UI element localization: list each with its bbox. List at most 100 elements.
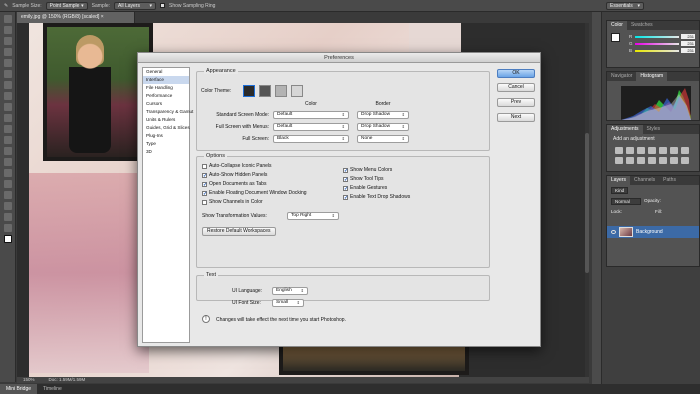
black-white-icon[interactable] <box>615 157 623 164</box>
gestures-checkbox[interactable]: ✓ <box>343 185 348 191</box>
show-ring-checkbox[interactable] <box>160 3 166 8</box>
auto-show-checkbox[interactable]: ✓ <box>202 172 207 178</box>
channel-mixer-icon[interactable] <box>637 157 645 164</box>
tab-navigator[interactable]: Navigator <box>607 72 636 81</box>
eye-icon[interactable] <box>611 230 616 234</box>
tab-timeline[interactable]: Timeline <box>37 384 68 394</box>
category-plugins[interactable]: Plug-Ins <box>143 132 189 140</box>
invert-icon[interactable] <box>659 157 667 164</box>
tool-tips-checkbox[interactable]: ✓ <box>343 176 348 182</box>
category-3d[interactable]: 3D <box>143 148 189 156</box>
posterize-icon[interactable] <box>670 157 678 164</box>
color-lookup-icon[interactable] <box>648 157 656 164</box>
auto-show-option[interactable]: ✓ Auto-Show Hidden Panels <box>202 172 267 178</box>
full-screen-border-select[interactable]: None ⇕ <box>357 135 409 143</box>
category-type[interactable]: Type <box>143 140 189 148</box>
workspace-select[interactable]: Essentials ▾ <box>606 2 644 10</box>
category-general[interactable]: General <box>143 68 189 76</box>
green-slider[interactable] <box>635 42 679 45</box>
marquee-tool-icon[interactable] <box>4 26 12 34</box>
next-button[interactable]: Next <box>497 113 535 122</box>
blue-value[interactable]: 231 <box>681 48 695 53</box>
close-icon[interactable]: × <box>101 14 104 20</box>
brush-tool-icon[interactable] <box>4 92 12 100</box>
channels-in-color-checkbox[interactable] <box>202 199 207 205</box>
auto-collapse-option[interactable]: Auto-Collapse Iconic Panels <box>202 163 272 169</box>
category-performance[interactable]: Performance <box>143 92 189 100</box>
layer-row-background[interactable]: Background <box>607 226 699 238</box>
prev-button[interactable]: Prev <box>497 98 535 107</box>
color-balance-icon[interactable] <box>681 147 689 154</box>
sample-size-select[interactable]: Point Sample ▾ <box>45 1 88 10</box>
green-value[interactable]: 231 <box>681 41 695 46</box>
menu-colors-checkbox[interactable]: ✓ <box>343 167 348 173</box>
theme-swatch-dark[interactable] <box>243 85 255 97</box>
category-units-rulers[interactable]: Units & Rulers <box>143 116 189 124</box>
category-interface[interactable]: Interface <box>143 76 189 84</box>
tab-adjustments[interactable]: Adjustments <box>607 125 643 134</box>
dodge-tool-icon[interactable] <box>4 158 12 166</box>
auto-collapse-checkbox[interactable] <box>202 163 207 169</box>
healing-tool-icon[interactable] <box>4 81 12 89</box>
zoom-readout[interactable]: 150% <box>23 377 35 383</box>
vertical-scrollbar[interactable] <box>585 23 589 377</box>
history-brush-tool-icon[interactable] <box>4 114 12 122</box>
eyedropper-tool-icon[interactable] <box>4 70 12 78</box>
tab-color[interactable]: Color <box>607 21 627 30</box>
quick-select-tool-icon[interactable] <box>4 48 12 56</box>
type-tool-icon[interactable] <box>4 180 12 188</box>
text-drop-shadows-option[interactable]: ✓ Enable Text Drop Shadows <box>343 194 410 200</box>
tab-paths[interactable]: Paths <box>659 176 680 185</box>
category-transparency[interactable]: Transparency & Gamut <box>143 108 193 116</box>
red-slider[interactable] <box>635 35 679 38</box>
open-as-tabs-checkbox[interactable]: ✓ <box>202 181 207 187</box>
menu-colors-option[interactable]: ✓ Show Menu Colors <box>343 167 392 173</box>
standard-screen-border-select[interactable]: Drop Shadow ⇕ <box>357 111 409 119</box>
tab-swatches[interactable]: Swatches <box>627 21 657 30</box>
threshold-icon[interactable] <box>681 157 689 164</box>
full-screen-menus-color-select[interactable]: Default ⇕ <box>273 123 349 131</box>
theme-swatch-light[interactable] <box>291 85 303 97</box>
eyedropper-icon[interactable]: ✎ <box>4 3 8 9</box>
channels-in-color-option[interactable]: Show Channels in Color <box>202 199 263 205</box>
crop-tool-icon[interactable] <box>4 59 12 67</box>
sample-select[interactable]: All Layers ▾ <box>114 1 157 10</box>
theme-swatch-medium-light[interactable] <box>275 85 287 97</box>
foreground-color-swatch[interactable] <box>611 33 620 42</box>
blur-tool-icon[interactable] <box>4 147 12 155</box>
category-guides-grid[interactable]: Guides, Grid & Slices <box>143 124 190 132</box>
standard-screen-color-select[interactable]: Default ⇕ <box>273 111 349 119</box>
open-as-tabs-option[interactable]: ✓ Open Documents as Tabs <box>202 181 266 187</box>
tab-histogram[interactable]: Histogram <box>636 72 668 81</box>
tool-tips-option[interactable]: ✓ Show Tool Tips <box>343 176 384 182</box>
gradient-tool-icon[interactable] <box>4 136 12 144</box>
ui-font-size-select[interactable]: Small ⇕ <box>272 299 304 307</box>
pen-tool-icon[interactable] <box>4 169 12 177</box>
ui-language-select[interactable]: English ⇕ <box>272 287 308 295</box>
tab-mini-bridge[interactable]: Mini Bridge <box>0 384 38 394</box>
blue-slider[interactable] <box>635 49 679 52</box>
tab-styles[interactable]: Styles <box>643 125 665 134</box>
text-drop-shadows-checkbox[interactable]: ✓ <box>343 194 348 200</box>
tab-channels[interactable]: Channels <box>630 176 659 185</box>
exposure-icon[interactable] <box>648 147 656 154</box>
curves-icon[interactable] <box>637 147 645 154</box>
levels-icon[interactable] <box>626 147 634 154</box>
path-select-tool-icon[interactable] <box>4 191 12 199</box>
transform-values-select[interactable]: Top Right ⇕ <box>287 212 339 220</box>
category-cursors[interactable]: Cursors <box>143 100 189 108</box>
shape-tool-icon[interactable] <box>4 202 12 210</box>
tab-layers[interactable]: Layers <box>607 176 631 185</box>
eraser-tool-icon[interactable] <box>4 125 12 133</box>
color-swatch-icon[interactable] <box>4 235 12 243</box>
floating-docking-option[interactable]: ✓ Enable Floating Document Window Docking <box>202 190 307 196</box>
full-screen-color-select[interactable]: Black ⇕ <box>273 135 349 143</box>
stamp-tool-icon[interactable] <box>4 103 12 111</box>
ok-button[interactable]: OK <box>497 69 535 78</box>
red-value[interactable]: 231 <box>681 34 695 39</box>
floating-docking-checkbox[interactable]: ✓ <box>202 190 207 196</box>
restore-workspaces-button[interactable]: Restore Default Workspaces <box>202 227 276 236</box>
cancel-button[interactable]: Cancel <box>497 83 535 92</box>
vibrance-icon[interactable] <box>659 147 667 154</box>
layer-filter-kind[interactable]: Kind <box>611 187 629 194</box>
